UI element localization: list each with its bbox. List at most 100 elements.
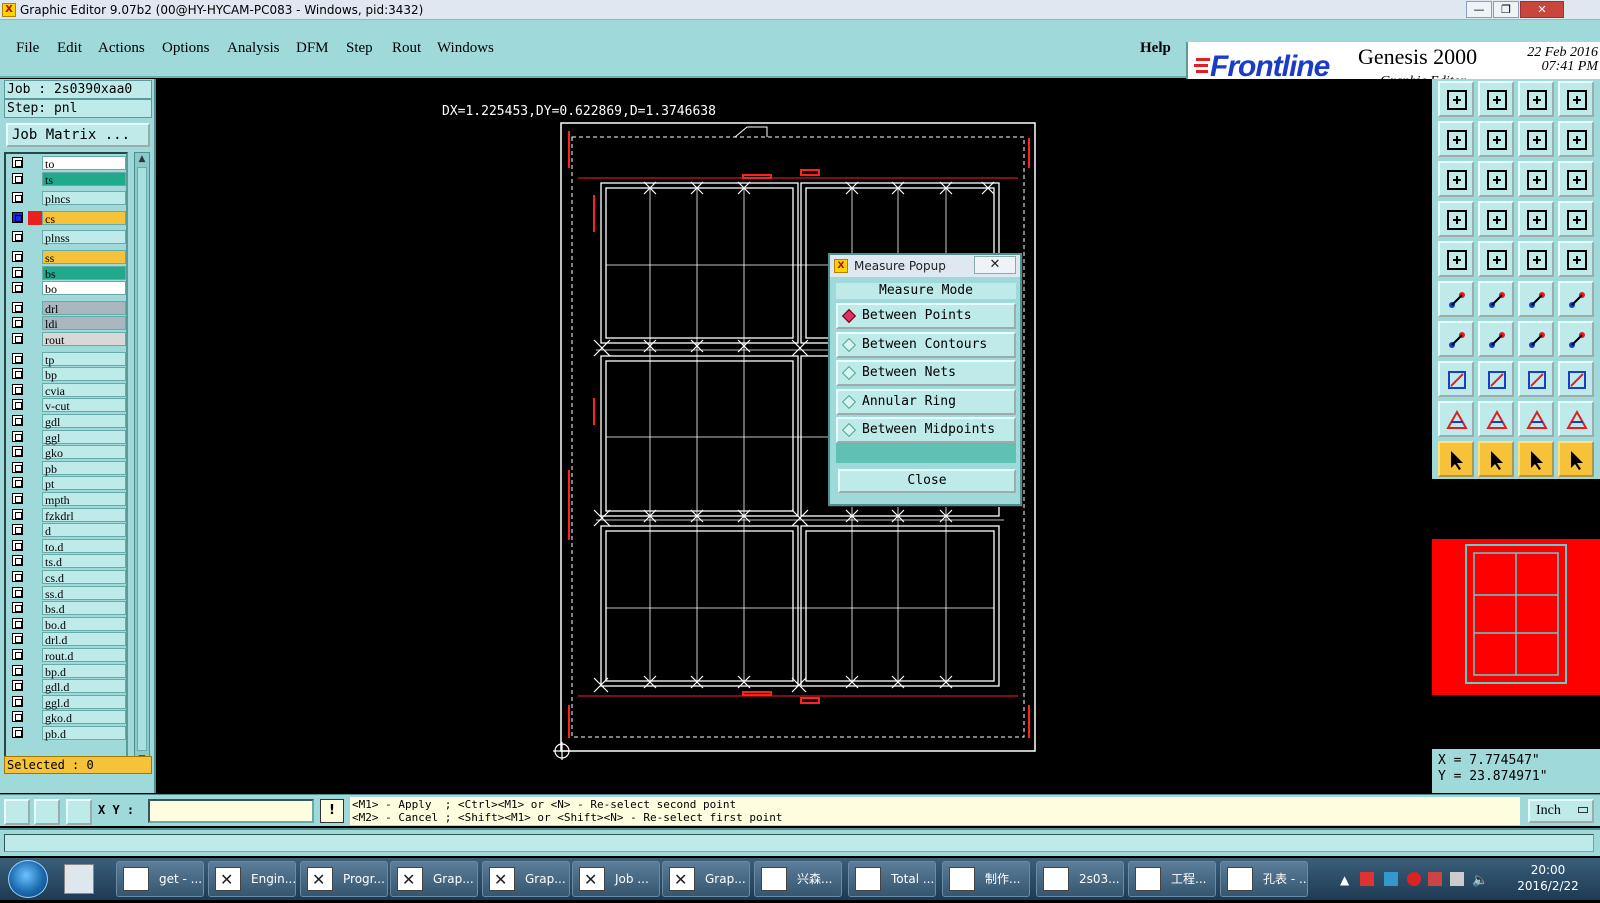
rotate-icon[interactable] [1518, 121, 1554, 157]
scroll-up-icon[interactable]: ▲ [136, 153, 148, 165]
fit-width-icon[interactable] [1438, 161, 1474, 197]
layer-checkbox[interactable] [12, 430, 23, 442]
tri-a-icon[interactable] [1438, 401, 1474, 437]
layer-checkbox[interactable] [12, 602, 23, 614]
layer-checkbox[interactable] [12, 282, 23, 294]
menu-options[interactable]: Options [162, 40, 210, 57]
layer-row-cvia[interactable]: cvia [8, 382, 126, 398]
close-button[interactable]: ✕ [1520, 1, 1564, 18]
layer-row-cs-d[interactable]: cs.d [8, 570, 126, 585]
job-matrix-button[interactable]: Job Matrix ... [6, 123, 150, 147]
mirror-icon[interactable] [1558, 121, 1594, 157]
layer-row-pt[interactable]: pt [8, 476, 126, 491]
layer-checkbox[interactable] [12, 192, 23, 204]
menu-dfm[interactable]: DFM [296, 40, 329, 57]
layer-row-ts[interactable]: ts [8, 171, 126, 187]
menu-step[interactable]: Step [346, 40, 373, 57]
layer-checkbox[interactable] [12, 415, 23, 426]
layer-row-ggl-d[interactable]: ggl.d [8, 694, 126, 710]
layer-row-fzkdrl[interactable]: fzkdrl [8, 507, 126, 523]
taskbar-item[interactable]: Grap... [482, 861, 570, 897]
layer-checkbox[interactable] [12, 251, 23, 262]
layer-row-ts-d[interactable]: ts.d [8, 554, 126, 569]
layer-row-gko[interactable]: gko [8, 445, 126, 460]
fit-all-icon[interactable] [1478, 161, 1514, 197]
layer-checkbox[interactable] [12, 571, 23, 582]
layer-checkbox[interactable] [12, 555, 23, 567]
layer-checkbox[interactable] [12, 617, 23, 629]
popup-close-icon[interactable]: ✕ [974, 256, 1016, 274]
mode-option-between-midpoints[interactable]: Between Midpoints [836, 417, 1016, 443]
graphic-canvas[interactable] [156, 79, 1432, 793]
taskbar-item[interactable]: 工程... [1128, 861, 1216, 897]
menu-analysis[interactable]: Analysis [227, 40, 280, 57]
mode-option-annular-ring[interactable]: Annular Ring [836, 388, 1016, 415]
tri-d-icon[interactable] [1558, 401, 1594, 437]
layer-red-icon[interactable] [1518, 201, 1554, 237]
home-icon[interactable] [1518, 81, 1554, 117]
layer-checkbox[interactable] [12, 664, 23, 676]
pad-icon[interactable] [1438, 361, 1474, 397]
layer-row-mpth[interactable]: mpth [8, 492, 126, 507]
layer-row-bo-d[interactable]: bo.d [8, 616, 126, 632]
layer-row-ggl[interactable]: ggl [8, 429, 126, 445]
layer-row-drl-d[interactable]: drl.d [8, 632, 126, 647]
layer-row-ldi[interactable]: ldi [8, 316, 126, 331]
layer-row-tp[interactable]: tp [8, 351, 126, 367]
start-button-icon[interactable] [8, 860, 48, 898]
units-select[interactable]: Inch [1528, 799, 1594, 823]
menu-file[interactable]: File [16, 40, 39, 57]
layer-row-drl[interactable]: drl [8, 300, 126, 316]
pointer-icon[interactable] [1438, 441, 1474, 477]
layer-checkbox[interactable] [12, 477, 23, 489]
layer-checkbox[interactable] [12, 680, 23, 692]
layer-checkbox[interactable] [12, 727, 23, 738]
taskbar-item[interactable]: 兴森... [754, 861, 842, 897]
layer-row-cs[interactable]: cs [8, 210, 126, 226]
menu-windows[interactable]: Windows [437, 40, 494, 57]
layer-row-gdl-d[interactable]: gdl.d [8, 679, 126, 694]
taskbar-item[interactable]: get - ... [116, 861, 204, 897]
dot-icon[interactable] [1558, 241, 1594, 277]
cross-icon[interactable] [1478, 281, 1514, 317]
layer-row-ss[interactable]: ss [8, 250, 126, 265]
wrench-icon[interactable] [1438, 201, 1474, 237]
connect-icon[interactable] [1438, 281, 1474, 317]
layer-red2-icon[interactable] [1558, 201, 1594, 237]
layer-checkbox[interactable] [12, 211, 23, 223]
menu-help[interactable]: Help [1140, 40, 1171, 57]
pointer-hex-icon[interactable] [1518, 441, 1554, 477]
panel-view-icon[interactable] [1558, 81, 1594, 117]
taskbar-item[interactable]: Total ... [848, 861, 936, 897]
pointer-box-icon[interactable] [1478, 441, 1514, 477]
point-icon[interactable] [1518, 281, 1554, 317]
grid-tool-icon[interactable] [66, 799, 92, 825]
layer-row-plncs[interactable]: plncs [8, 191, 126, 206]
layer-checkbox[interactable] [12, 586, 23, 598]
line-angle-icon[interactable] [1478, 321, 1514, 357]
layer-checkbox[interactable] [12, 157, 23, 168]
layer-row-gdl[interactable]: gdl [8, 414, 126, 429]
menu-actions[interactable]: Actions [98, 40, 145, 57]
taskbar-item[interactable]: Progr... [300, 861, 388, 897]
layer-row-bp-d[interactable]: bp.d [8, 663, 126, 679]
menu-edit[interactable]: Edit [57, 40, 82, 57]
scroll-thumb[interactable] [137, 167, 147, 751]
exclamation-button[interactable]: ! [320, 799, 344, 823]
xy-input[interactable] [148, 799, 314, 823]
pan-left-icon[interactable] [1438, 121, 1474, 157]
layer-checkbox[interactable] [12, 695, 23, 707]
layer-row-d[interactable]: d [8, 523, 126, 538]
layer-checkbox[interactable] [12, 301, 23, 313]
clock[interactable]: 20:00 2016/2/22 [1508, 862, 1588, 894]
select-tool-icon[interactable] [4, 799, 30, 825]
arc-icon[interactable] [1518, 321, 1554, 357]
layer-checkbox[interactable] [12, 172, 23, 184]
taskbar-item[interactable]: 制作... [942, 861, 1030, 897]
zoom-in-icon[interactable] [1478, 81, 1514, 117]
layer-checkbox[interactable] [12, 333, 23, 344]
layer-checkbox[interactable] [12, 266, 23, 278]
layer-checkbox[interactable] [12, 446, 23, 458]
overview-map[interactable] [1432, 539, 1600, 695]
line-icon[interactable] [1478, 361, 1514, 397]
